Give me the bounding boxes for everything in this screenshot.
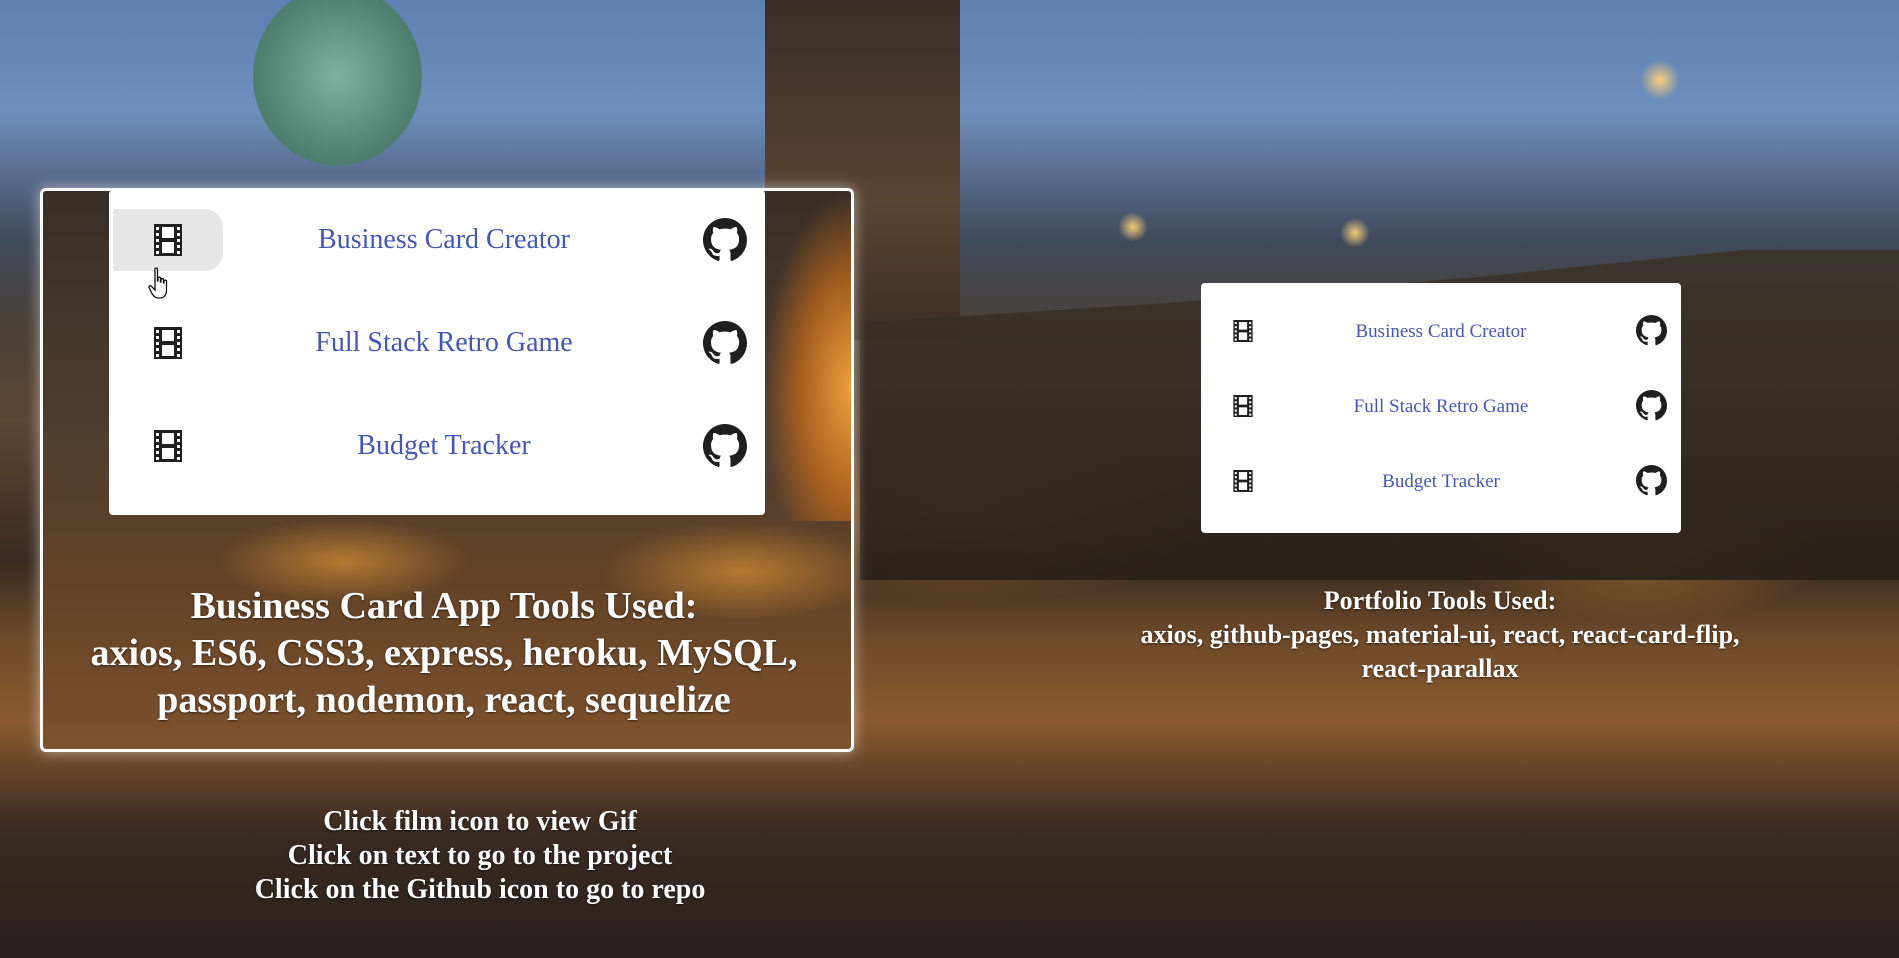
project-row: Full Stack Retro Game — [109, 293, 765, 393]
background-lamp-glow — [1640, 60, 1680, 100]
github-icon — [1635, 314, 1667, 345]
project-list-preview: Business Card Creator Full Stack Retro G… — [109, 190, 765, 515]
film-icon — [1233, 320, 1253, 342]
github-repo-button[interactable] — [1634, 388, 1668, 422]
preview-tools-heading: Business Card App Tools Used: — [190, 585, 698, 627]
github-repo-button[interactable] — [1634, 313, 1668, 347]
github-repo-button[interactable] — [1634, 463, 1668, 497]
pointer-hand-cursor — [148, 267, 168, 299]
github-icon — [703, 424, 747, 467]
instructions: Click film icon to view Gif Click on tex… — [180, 805, 780, 907]
film-button[interactable] — [1227, 315, 1259, 347]
github-icon — [1635, 464, 1667, 495]
preview-tools-list: axios, ES6, CSS3, express, heroku, MySQL… — [90, 632, 798, 721]
instruction-line: Click film icon to view Gif — [323, 806, 637, 837]
project-row: Business Card Creator — [109, 190, 765, 290]
project-link-budget-tracker[interactable]: Budget Tracker — [239, 430, 649, 462]
background-lamp-glow — [1340, 218, 1370, 248]
background-dome — [230, 0, 445, 190]
github-icon — [1635, 389, 1667, 420]
portfolio-tools-text: Portfolio Tools Used: axios, github-page… — [1140, 584, 1740, 686]
film-button[interactable] — [1227, 390, 1259, 422]
film-button[interactable] — [113, 209, 223, 271]
project-row: Full Stack Retro Game — [1201, 358, 1681, 433]
project-row: Business Card Creator — [1201, 283, 1681, 358]
github-icon — [703, 321, 747, 364]
film-button[interactable] — [113, 415, 223, 477]
film-icon — [154, 430, 182, 462]
film-icon — [1233, 470, 1253, 492]
project-link-business-card-creator[interactable]: Business Card Creator — [1281, 321, 1601, 343]
film-icon — [1233, 395, 1253, 417]
project-link-full-stack-retro-game[interactable]: Full Stack Retro Game — [239, 327, 649, 359]
project-row: Budget Tracker — [109, 396, 765, 496]
instruction-line: Click on the Github icon to go to repo — [254, 874, 706, 905]
film-button[interactable] — [113, 312, 223, 374]
preview-tools-text: Business Card App Tools Used: axios, ES6… — [44, 583, 844, 724]
github-repo-button[interactable] — [701, 422, 749, 470]
instruction-line: Click on text to go to the project — [287, 840, 673, 871]
project-link-budget-tracker[interactable]: Budget Tracker — [1281, 471, 1601, 493]
preview-background-arch — [761, 191, 851, 521]
portfolio-tools-heading: Portfolio Tools Used: — [1323, 586, 1557, 615]
portfolio-tools-list: axios, github-pages, material-ui, react,… — [1140, 620, 1740, 683]
background-lamp-glow — [1118, 212, 1148, 242]
film-icon — [154, 224, 182, 256]
project-link-full-stack-retro-game[interactable]: Full Stack Retro Game — [1281, 396, 1601, 418]
film-button[interactable] — [1227, 465, 1259, 497]
github-repo-button[interactable] — [701, 319, 749, 367]
github-icon — [703, 218, 747, 261]
project-list-portfolio: Business Card Creator Full Stack Retro G… — [1201, 283, 1681, 533]
project-row: Budget Tracker — [1201, 433, 1681, 508]
film-icon — [154, 327, 182, 359]
github-repo-button[interactable] — [701, 216, 749, 264]
project-link-business-card-creator[interactable]: Business Card Creator — [239, 224, 649, 256]
